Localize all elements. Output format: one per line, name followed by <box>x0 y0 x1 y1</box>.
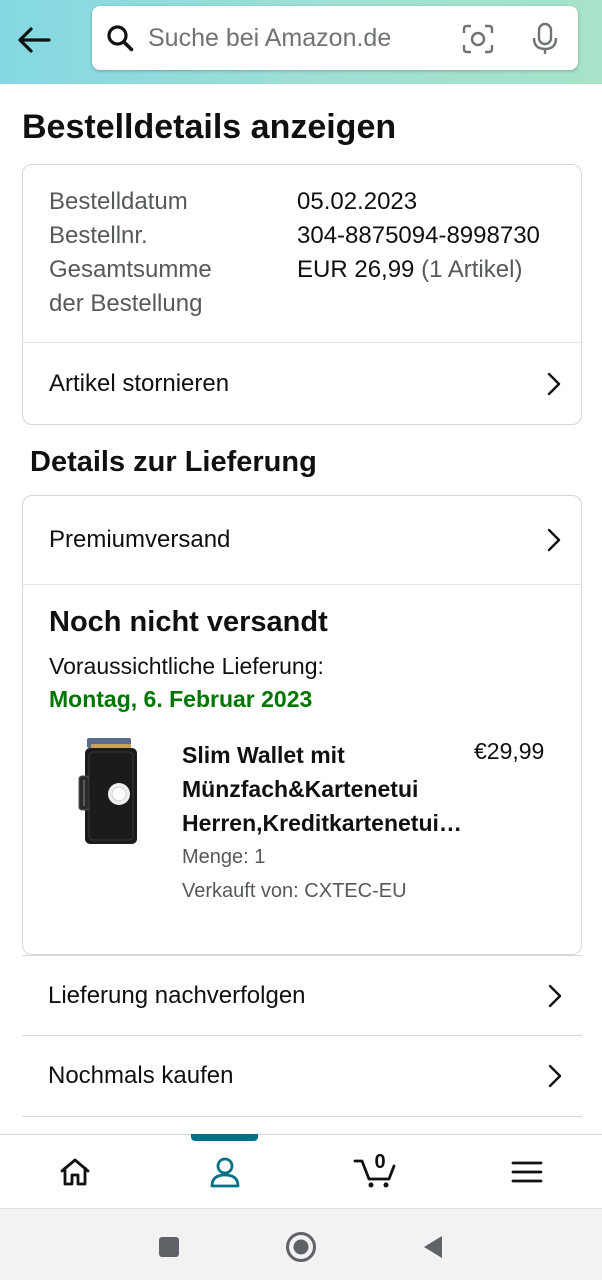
page-title: Bestelldetails anzeigen <box>22 108 397 146</box>
account-icon <box>210 1157 240 1188</box>
back-nav-button[interactable] <box>415 1229 451 1265</box>
recents-button[interactable] <box>151 1229 187 1265</box>
product-title[interactable]: Slim Wallet mit Münzfach&Kartenetui Herr… <box>182 738 502 840</box>
search-icon <box>107 25 134 52</box>
order-number-value: 304-8875094-8998730 <box>297 222 540 249</box>
camera-scan-icon[interactable] <box>462 24 494 54</box>
order-total-value-wrap: EUR 26,99 (1 Artikel) <box>297 253 522 287</box>
expected-delivery-label: Voraussichtliche Lieferung: <box>49 653 324 679</box>
home-button[interactable] <box>283 1229 319 1265</box>
search-header <box>0 0 602 84</box>
order-total-label-line2: der Bestellung <box>49 290 203 317</box>
product-quantity: Menge: 1 <box>182 846 266 868</box>
order-item-count: (1 Artikel) <box>421 256 523 283</box>
menu-icon <box>511 1161 543 1183</box>
chevron-right-icon <box>548 1064 562 1088</box>
recents-icon <box>159 1237 179 1257</box>
shipping-method-link[interactable]: Premiumversand <box>23 496 581 584</box>
bottom-navigation <box>0 1134 602 1208</box>
nav-account[interactable] <box>150 1135 300 1209</box>
shipment-status: Noch nicht versandt <box>49 606 328 638</box>
cancel-items-label: Artikel stornieren <box>49 369 230 397</box>
order-total-value: EUR 26,99 <box>297 256 415 283</box>
product-seller: Verkauft von: CXTEC-EU <box>182 880 407 902</box>
order-total-label-row2: der Bestellung <box>49 287 202 321</box>
home-icon <box>60 1158 90 1186</box>
shipping-method-label: Premiumversand <box>49 526 231 553</box>
system-navigation-bar <box>0 1208 602 1280</box>
buy-again-link[interactable]: Nochmals kaufen <box>22 1036 582 1117</box>
track-delivery-label: Lieferung nachverfolgen <box>48 981 306 1009</box>
microphone-icon[interactable] <box>532 22 558 56</box>
active-tab-indicator <box>191 1134 258 1141</box>
search-bar[interactable] <box>92 6 578 70</box>
order-total-row: Gesamtsumme EUR 26,99 (1 Artikel) <box>49 253 522 287</box>
buy-again-label: Nochmals kaufen <box>48 1062 234 1089</box>
arrow-left-icon <box>18 27 51 53</box>
track-delivery-link[interactable]: Lieferung nachverfolgen <box>22 955 582 1036</box>
back-triangle-icon <box>424 1236 442 1258</box>
cancel-items-link[interactable]: Artikel stornieren <box>23 342 581 425</box>
back-button[interactable] <box>14 20 54 60</box>
cart-count-badge: 0 <box>374 1151 386 1173</box>
order-date-label: Bestelldatum <box>49 188 188 215</box>
product-price: €29,99 <box>474 738 545 764</box>
order-total-label-line1: Gesamtsumme <box>49 256 212 283</box>
nav-menu[interactable] <box>452 1135 602 1209</box>
chevron-right-icon <box>547 528 561 552</box>
order-date-row: Bestelldatum 05.02.2023 <box>49 185 417 219</box>
search-input[interactable] <box>148 18 428 58</box>
nav-home[interactable] <box>0 1135 150 1209</box>
product-image[interactable] <box>75 736 141 848</box>
delivery-section-title: Details zur Lieferung <box>30 446 317 478</box>
order-summary-card: Bestelldatum 05.02.2023 Bestellnr. 304-8… <box>22 164 582 425</box>
delivery-card: Premiumversand Noch nicht versandt Vorau… <box>22 495 582 955</box>
chevron-right-icon <box>548 984 562 1007</box>
order-number-row: Bestellnr. 304-8875094-8998730 <box>49 219 540 253</box>
divider <box>23 584 581 585</box>
order-date-value: 05.02.2023 <box>297 188 418 215</box>
home-circle-icon <box>286 1232 316 1262</box>
chevron-right-icon <box>547 372 561 395</box>
expected-delivery-date: Montag, 6. Februar 2023 <box>49 686 313 712</box>
order-number-label: Bestellnr. <box>49 222 148 249</box>
